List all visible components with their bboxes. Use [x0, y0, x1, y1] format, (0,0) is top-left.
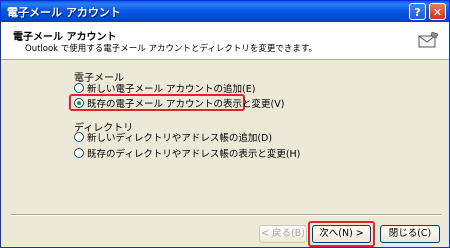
- view-email-accounts-radio[interactable]: [74, 98, 84, 108]
- envelope-settings-icon: [418, 31, 439, 48]
- dialog-window: 電子メール アカウント ? ✕ 電子メール アカウント Outlook で使用す…: [0, 0, 450, 248]
- view-directory-radio[interactable]: [74, 148, 84, 158]
- footer-separator: [11, 214, 441, 216]
- add-email-account-radio[interactable]: [74, 83, 84, 93]
- view-email-accounts-label: 既存の電子メール アカウントの表示と変更(V): [87, 99, 285, 110]
- help-button[interactable]: ?: [409, 3, 426, 20]
- add-email-account-label: 新しい電子メール アカウントの追加(E): [87, 84, 256, 95]
- wizard-header: 電子メール アカウント Outlook で使用する電子メール アカウントとディレ…: [1, 22, 449, 60]
- add-email-account-option[interactable]: 新しい電子メール アカウントの追加(E): [74, 81, 255, 95]
- close-window-button[interactable]: ✕: [429, 3, 446, 20]
- next-button[interactable]: 次へ(N) >: [312, 225, 371, 243]
- close-button[interactable]: 閉じる(C): [380, 225, 440, 243]
- view-directory-label: 既存のディレクトリやアドレス帳の表示と変更(H): [87, 149, 301, 160]
- title-bar[interactable]: 電子メール アカウント ? ✕: [1, 1, 449, 22]
- view-email-accounts-option[interactable]: 既存の電子メール アカウントの表示と変更(V): [74, 96, 284, 110]
- window-title: 電子メール アカウント: [7, 6, 121, 19]
- add-directory-radio[interactable]: [74, 132, 84, 142]
- back-button[interactable]: < 戻る(B): [259, 225, 307, 243]
- header-title: 電子メール アカウント: [13, 32, 117, 43]
- add-directory-label: 新しいディレクトリやアドレス帳の追加(D): [87, 133, 273, 144]
- view-directory-option[interactable]: 既存のディレクトリやアドレス帳の表示と変更(H): [74, 146, 300, 160]
- add-directory-option[interactable]: 新しいディレクトリやアドレス帳の追加(D): [74, 130, 272, 144]
- header-subtitle: Outlook で使用する電子メール アカウントとディレクトリを変更できます。: [25, 44, 318, 54]
